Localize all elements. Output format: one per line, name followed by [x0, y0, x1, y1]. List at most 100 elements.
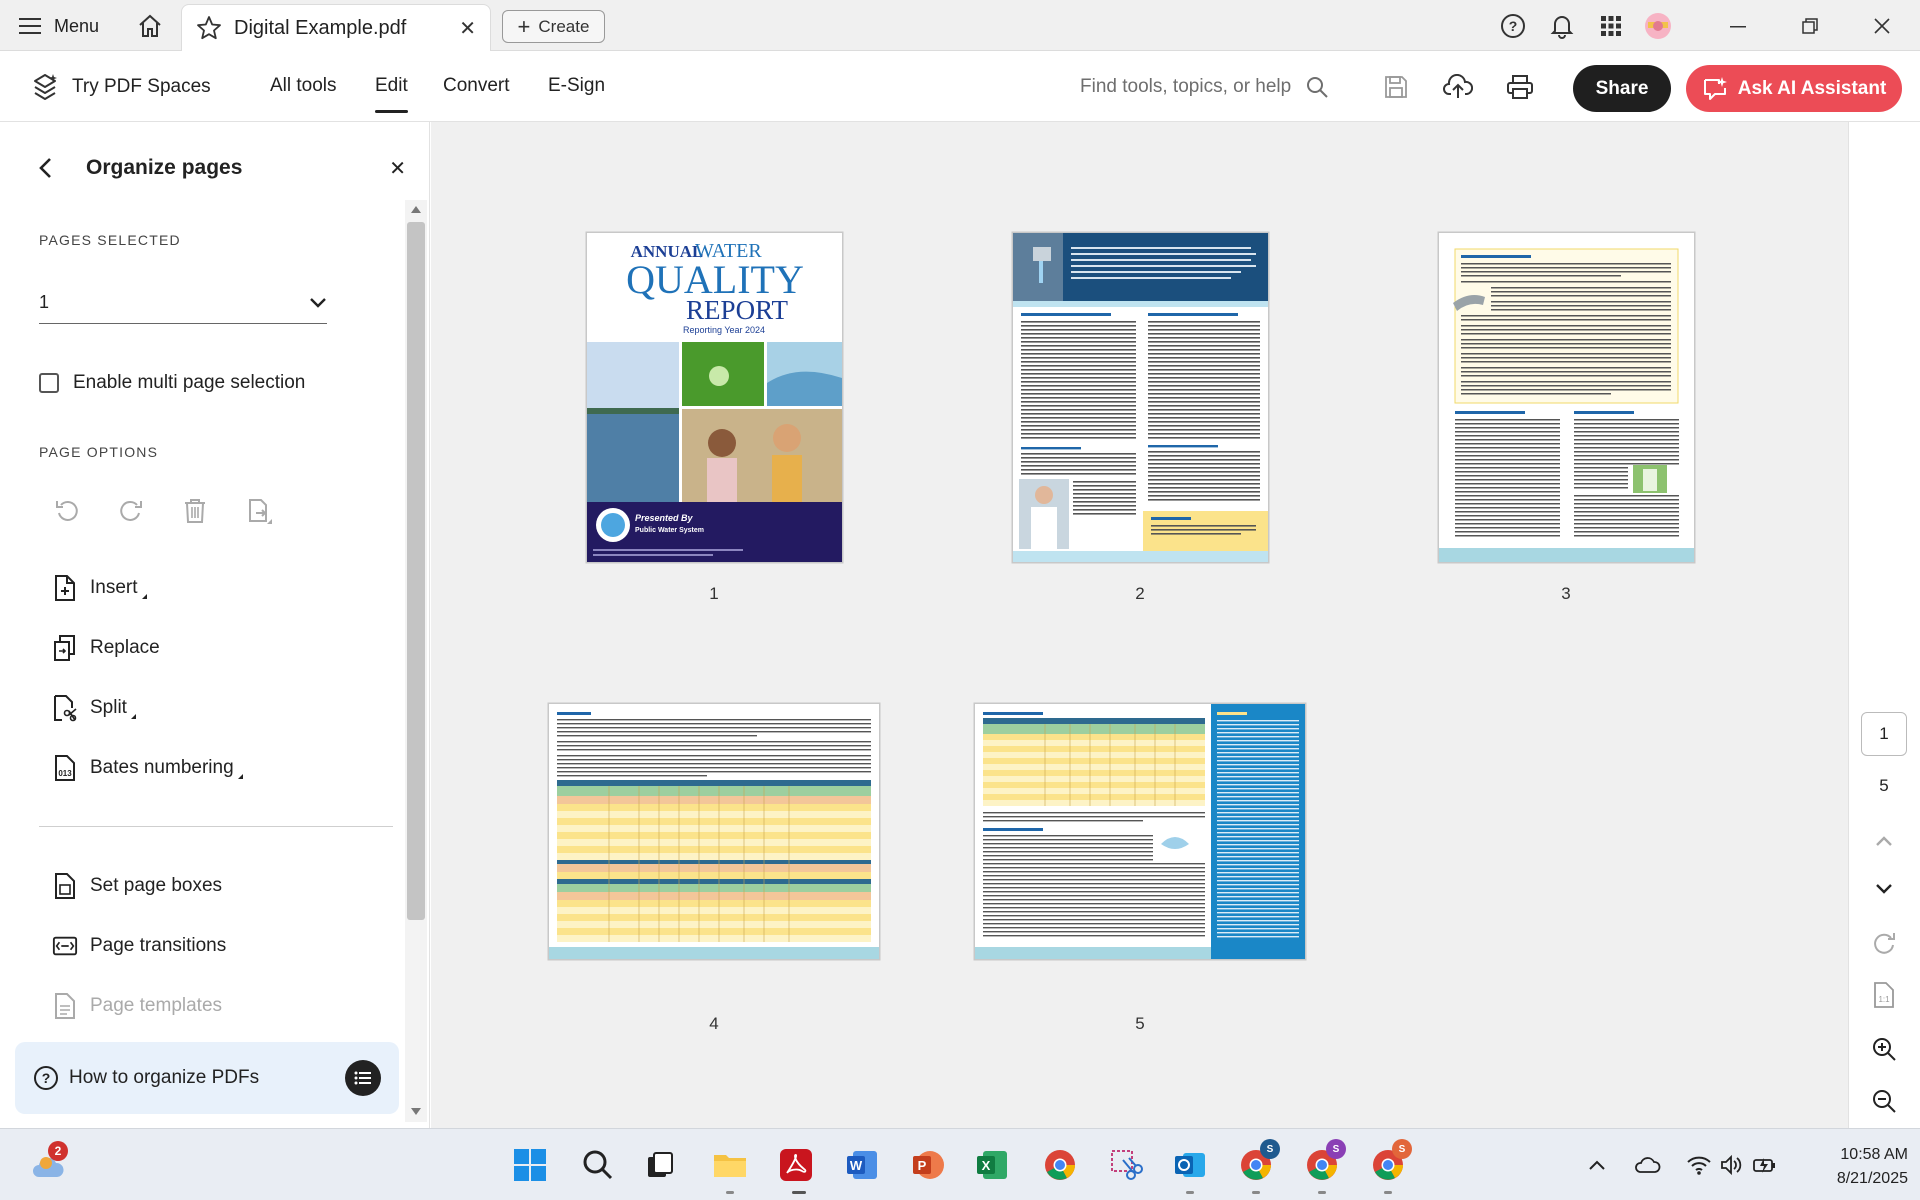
scroll-up-arrow-icon[interactable] — [411, 206, 421, 213]
create-button[interactable]: + Create — [502, 10, 605, 43]
extract-page-icon[interactable] — [242, 494, 276, 528]
set-page-boxes-tool[interactable]: Set page boxes — [52, 872, 222, 900]
clock-date: 8/21/2025 — [1836, 1170, 1908, 1187]
nav-edit[interactable]: Edit — [375, 75, 408, 113]
rotate-view-button[interactable] — [1867, 926, 1901, 960]
home-icon — [139, 14, 161, 37]
windows-start-icon — [514, 1149, 546, 1181]
page-templates-icon — [52, 992, 78, 1020]
chrome-profile-3-taskbar[interactable]: S — [1368, 1139, 1412, 1185]
pages-selected-dropdown[interactable]: 1 — [39, 282, 327, 324]
page-thumbnail-4[interactable] — [549, 704, 879, 959]
nav-convert[interactable]: Convert — [443, 75, 510, 97]
page-thumbnail-1[interactable]: ANNUAL WATER QUALITY REPORT Reporting Ye… — [587, 233, 842, 562]
replace-tool[interactable]: Replace — [52, 634, 160, 662]
weather-widget[interactable]: 2 — [28, 1141, 68, 1185]
wifi-tray[interactable] — [1682, 1145, 1716, 1185]
onedrive-tray[interactable] — [1632, 1145, 1662, 1185]
chrome-profile-1-taskbar[interactable]: S — [1236, 1139, 1280, 1185]
page-thumbnails-area: ANNUAL WATER QUALITY REPORT Reporting Ye… — [431, 122, 1848, 1128]
rotate-right-icon[interactable] — [114, 494, 148, 528]
print-button[interactable] — [1502, 69, 1538, 105]
chevron-down-icon — [1876, 884, 1892, 894]
notifications-button[interactable] — [1545, 9, 1579, 43]
page-boxes-icon — [52, 872, 78, 900]
submenu-indicator-icon — [141, 593, 147, 599]
close-tab-icon[interactable]: ✕ — [459, 16, 476, 41]
restore-button[interactable] — [1790, 9, 1830, 43]
multi-page-selection-option[interactable]: Enable multi page selection — [39, 372, 305, 394]
home-button[interactable] — [134, 10, 166, 42]
search-input[interactable]: Find tools, topics, or help — [1080, 75, 1329, 99]
svg-text:013: 013 — [58, 769, 72, 778]
apps-button[interactable] — [1594, 9, 1628, 43]
chrome-profile-2-taskbar[interactable]: S — [1302, 1139, 1346, 1185]
upload-button[interactable] — [1440, 69, 1476, 105]
page-number-3: 3 — [1561, 584, 1571, 603]
svg-text:X: X — [982, 1158, 991, 1173]
panel-scrollbar-thumb[interactable] — [407, 222, 425, 920]
previous-page-button[interactable] — [1867, 824, 1901, 858]
page-templates-tool[interactable]: Page templates — [52, 992, 222, 1020]
page-5-preview — [975, 704, 1305, 959]
help-list-button[interactable] — [345, 1060, 381, 1096]
user-avatar[interactable] — [1641, 9, 1675, 43]
word-taskbar[interactable]: W — [842, 1145, 882, 1185]
split-tool[interactable]: Split — [52, 694, 136, 722]
battery-tray[interactable] — [1748, 1145, 1782, 1185]
system-clock[interactable]: 10:58 AM 8/21/2025 — [1792, 1143, 1908, 1191]
page-thumbnail-5[interactable] — [975, 704, 1305, 959]
back-arrow-icon[interactable] — [36, 156, 56, 180]
volume-tray[interactable] — [1714, 1145, 1748, 1185]
show-hidden-icons-button[interactable] — [1582, 1145, 1612, 1185]
chevron-up-icon — [1589, 1160, 1605, 1170]
document-tab[interactable]: Digital Example.pdf ✕ — [181, 4, 491, 51]
ask-ai-assistant-button[interactable]: Ask AI Assistant — [1686, 65, 1902, 112]
scroll-down-arrow-icon[interactable] — [411, 1108, 421, 1115]
avatar-icon — [1645, 13, 1671, 39]
close-panel-icon[interactable]: ✕ — [389, 156, 406, 181]
close-window-button[interactable] — [1862, 9, 1902, 43]
share-button[interactable]: Share — [1573, 65, 1671, 112]
save-button[interactable] — [1378, 69, 1414, 105]
create-label: Create — [538, 16, 590, 36]
multi-page-checkbox[interactable] — [39, 373, 59, 393]
task-view-button[interactable] — [640, 1145, 680, 1185]
try-pdf-spaces-button[interactable]: Try PDF Spaces — [30, 71, 211, 103]
nav-e-sign[interactable]: E-Sign — [548, 75, 605, 97]
insert-label: Insert — [90, 577, 138, 598]
page-transitions-tool[interactable]: Page transitions — [52, 932, 226, 960]
excel-taskbar[interactable]: X — [972, 1145, 1012, 1185]
trash-icon[interactable] — [178, 494, 212, 528]
rotate-left-icon[interactable] — [50, 494, 84, 528]
star-icon[interactable] — [196, 15, 222, 41]
acrobat-taskbar[interactable] — [776, 1145, 816, 1185]
cover-system-text: Public Water System — [635, 527, 704, 534]
insert-tool[interactable]: Insert — [52, 574, 147, 602]
zoom-in-button[interactable] — [1867, 1032, 1901, 1066]
pdf-spaces-icon — [34, 74, 57, 100]
snipping-tool-taskbar[interactable] — [1106, 1145, 1146, 1185]
chrome-taskbar[interactable] — [1040, 1145, 1080, 1185]
search-icon — [1307, 77, 1328, 98]
next-page-button[interactable] — [1867, 872, 1901, 906]
bates-numbering-tool[interactable]: 013 Bates numbering — [52, 754, 243, 782]
current-page-input[interactable]: 1 — [1861, 712, 1907, 756]
powerpoint-icon: P — [913, 1151, 944, 1179]
powerpoint-taskbar[interactable]: P — [908, 1145, 948, 1185]
nav-all-tools[interactable]: All tools — [270, 75, 337, 97]
page-thumbnail-2[interactable] — [1013, 233, 1268, 562]
tab-title: Digital Example.pdf — [234, 16, 407, 39]
page-transitions-label: Page transitions — [90, 935, 227, 956]
search-taskbar-button[interactable] — [578, 1145, 618, 1185]
start-button[interactable] — [510, 1145, 550, 1185]
menu-button[interactable]: Menu — [18, 10, 99, 42]
zoom-out-button[interactable] — [1867, 1084, 1901, 1118]
help-button[interactable]: ? — [1496, 9, 1530, 43]
how-to-organize-help[interactable]: ? How to organize PDFs — [15, 1042, 399, 1114]
minimize-button[interactable] — [1718, 9, 1758, 43]
actual-size-button[interactable]: 1:1 — [1867, 978, 1901, 1012]
outlook-taskbar[interactable] — [1170, 1145, 1210, 1185]
page-thumbnail-3[interactable] — [1439, 233, 1694, 562]
file-explorer-taskbar[interactable] — [710, 1145, 750, 1185]
